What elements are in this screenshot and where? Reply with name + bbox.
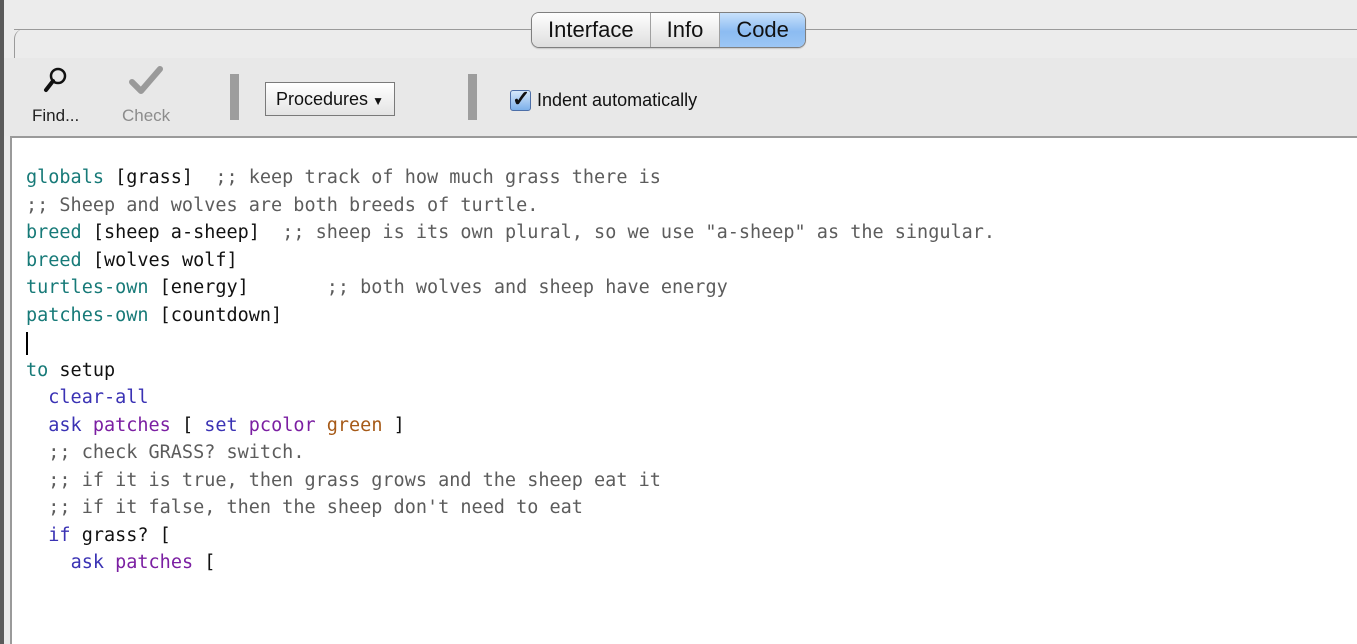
tab-interface[interactable]: Interface <box>532 13 651 47</box>
chevron-down-icon: ▼ <box>372 94 384 108</box>
code-token-keyword: patches-own <box>26 304 149 326</box>
toolbar-separator <box>468 74 477 120</box>
code-token-keyword: to <box>26 359 49 381</box>
code-token-plain: [wolves wolf] <box>81 249 238 271</box>
code-token-comment: ;; both wolves and sheep have energy <box>326 277 728 298</box>
code-line: ;; Sheep and wolves are both breeds of t… <box>26 192 995 220</box>
code-line: ;; if it is true, then grass grows and t… <box>26 467 995 495</box>
text-caret <box>26 332 28 355</box>
find-label: Find... <box>32 106 80 125</box>
code-token-plain: [grass] <box>103 167 216 188</box>
code-token-keyword: turtles-own <box>26 277 149 298</box>
code-token-plain: [ <box>170 414 205 436</box>
code-token-comment: ;; sheep is its own plural, so we use "a… <box>282 222 996 243</box>
code-token-plain: grass? [ <box>70 524 171 546</box>
code-toolbar: Find... Check Procedures ▼ ✓ Indent autom… <box>4 58 1357 136</box>
code-token-plain: [energy] <box>148 277 327 298</box>
code-line: ;; if it false, then the sheep don't nee… <box>26 494 995 522</box>
code-line: to setup <box>26 357 995 385</box>
code-token-plain: [countdown] <box>148 304 283 326</box>
code-token-reporter: patches <box>115 552 194 573</box>
view-tabs: Interface Info Code <box>531 12 806 48</box>
code-token-constant: green <box>326 414 383 436</box>
code-token-command: clear-all <box>48 387 149 408</box>
code-token-comment: ;; Sheep and wolves are both breeds of t… <box>26 194 539 216</box>
code-token-reporter: pcolor <box>248 414 316 436</box>
code-token-plain: setup <box>48 359 116 381</box>
code-line: breed [wolves wolf] <box>26 247 995 275</box>
magnifier-icon <box>32 66 79 100</box>
checkbox-checked-icon: ✓ <box>510 85 531 111</box>
code-line: if grass? [ <box>26 522 995 550</box>
code-line: ;; check GRASS? switch. <box>26 439 995 467</box>
code-token-keyword: globals <box>26 167 104 188</box>
code-token-keyword: breed <box>26 249 82 271</box>
code-line: breed [sheep a-sheep] ;; sheep is its ow… <box>26 219 995 247</box>
procedures-label: Procedures <box>276 89 369 109</box>
code-text: globals [grass] ;; keep track of how muc… <box>26 164 995 577</box>
indent-automatically-checkbox[interactable]: ✓ Indent automatically <box>510 86 697 114</box>
check-label: Check <box>122 106 171 125</box>
code-line: ask patches [ <box>26 549 995 577</box>
code-token-reporter: patches <box>92 414 171 436</box>
check-button[interactable]: Check <box>122 66 170 126</box>
code-token-command: if <box>48 524 71 546</box>
code-line: clear-all <box>26 384 995 412</box>
indent-label: Indent automatically <box>537 89 698 110</box>
code-line: patches-own [countdown] <box>26 302 995 330</box>
toolbar-separator <box>230 74 239 120</box>
code-token-command: set <box>204 414 238 436</box>
code-token-comment: ;; if it false, then the sheep don't nee… <box>48 497 583 518</box>
tab-info[interactable]: Info <box>650 13 721 47</box>
code-line: ask patches [ set pcolor green ] <box>26 412 995 440</box>
code-token-plain: [ <box>193 552 216 573</box>
find-button[interactable]: Find... <box>32 66 79 126</box>
tab-code[interactable]: Code <box>720 13 805 47</box>
checkmark-icon <box>122 66 170 100</box>
code-line: turtles-own [energy] ;; both wolves and … <box>26 274 995 302</box>
code-token-plain: ] <box>382 414 405 436</box>
procedures-dropdown[interactable]: Procedures ▼ <box>265 82 395 116</box>
code-token-plain: [sheep a-sheep] <box>81 222 283 243</box>
code-token-comment: ;; check GRASS? switch. <box>48 442 305 463</box>
netlogo-window: Interface Info Code Find... Check Proced… <box>0 0 1357 644</box>
code-token-keyword: breed <box>26 222 82 243</box>
code-token-command: ask <box>70 552 104 573</box>
tab-strip: Interface Info Code <box>4 0 1357 69</box>
code-line: globals [grass] ;; keep track of how muc… <box>26 164 995 192</box>
code-editor[interactable]: globals [grass] ;; keep track of how muc… <box>10 136 1357 644</box>
code-token-command: ask <box>48 414 82 436</box>
code-token-comment: ;; keep track of how much grass there is <box>215 167 661 188</box>
code-token-comment: ;; if it is true, then grass grows and t… <box>48 469 661 491</box>
